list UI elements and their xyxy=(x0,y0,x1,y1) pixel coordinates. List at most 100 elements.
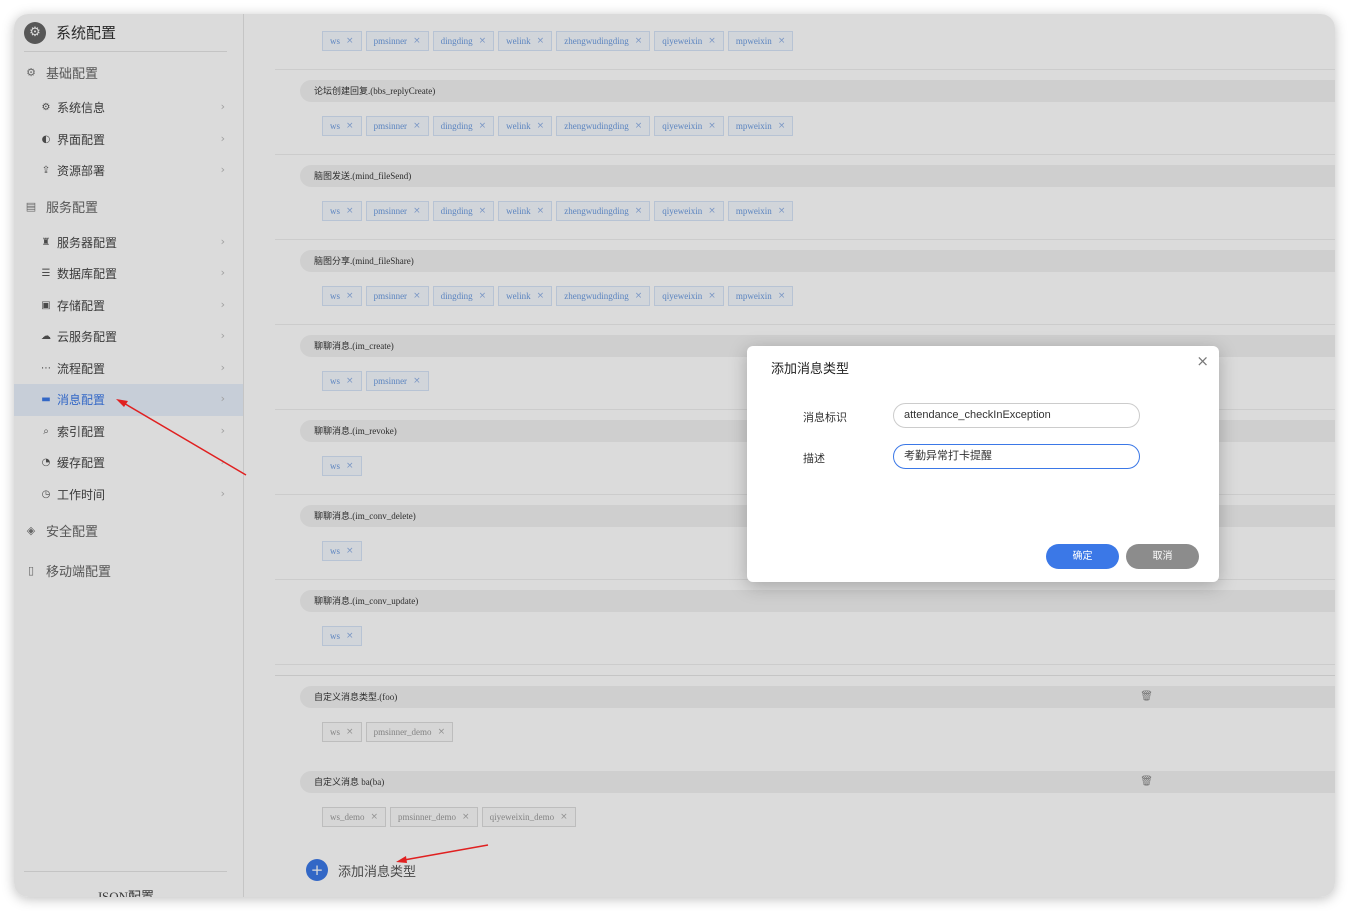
channel-tag: pmsinner × xyxy=(365,31,429,51)
tag-close-icon[interactable]: × xyxy=(635,36,643,46)
channel-tag-label: ws xyxy=(330,291,341,301)
tag-close-icon[interactable]: × xyxy=(560,812,568,822)
sidebar-item-label: 资源部署 xyxy=(57,164,106,179)
tag-close-icon[interactable]: × xyxy=(413,291,421,301)
mobile-icon: ▯ xyxy=(27,563,35,577)
channel-tag: dingding × xyxy=(432,31,495,51)
tag-close-icon[interactable]: × xyxy=(413,376,421,386)
description-input[interactable]: 考勤异常打卡提醒 xyxy=(893,444,1140,469)
tag-close-icon[interactable]: × xyxy=(635,206,643,216)
tag-close-icon[interactable]: × xyxy=(413,36,421,46)
sidebar-item-label: 服务器配置 xyxy=(57,235,118,250)
message-id-input[interactable]: attendance_checkInException xyxy=(893,403,1140,428)
tag-close-icon[interactable]: × xyxy=(479,206,487,216)
channel-tag: pmsinner × xyxy=(365,286,429,306)
sidebar-item[interactable]: ◷ 工作时间 › xyxy=(14,479,243,511)
tag-close-icon[interactable]: × xyxy=(778,291,786,301)
sidebar-group[interactable]: ▤ 服务配置 xyxy=(14,187,243,227)
tag-close-icon[interactable]: × xyxy=(537,36,545,46)
tag-close-icon[interactable]: × xyxy=(346,206,354,216)
add-message-type-label[interactable]: 添加消息类型 xyxy=(338,861,416,880)
tag-close-icon[interactable]: × xyxy=(479,36,487,46)
channel-tag: zhengwudingding × xyxy=(556,286,651,306)
channel-tag-label: zhengwudingding xyxy=(564,206,629,216)
close-icon[interactable]: × xyxy=(1196,352,1209,370)
tag-close-icon[interactable]: × xyxy=(708,206,716,216)
trash-icon[interactable]: 🗑 xyxy=(1140,776,1153,787)
plus-icon[interactable]: + xyxy=(306,859,328,881)
tag-close-icon[interactable]: × xyxy=(346,121,354,131)
sidebar-group-label: 基础配置 xyxy=(46,65,99,81)
sidebar-item[interactable]: ⌕ 索引配置 › xyxy=(14,416,243,448)
message-type-section: ws × pmsinner × dingding × welink × zhengwudingd… xyxy=(275,14,1335,70)
chevron-right-icon: › xyxy=(220,423,225,437)
sidebar-item-label: 云服务配置 xyxy=(57,330,118,345)
tag-close-icon[interactable]: × xyxy=(537,121,545,131)
tag-close-icon[interactable]: × xyxy=(371,812,379,822)
sidebar-item[interactable]: ☁ 云服务配置 › xyxy=(14,321,243,353)
add-message-type-row[interactable]: + 添加消息类型 xyxy=(306,859,416,881)
channel-tag-label: pmsinner xyxy=(373,376,408,386)
tag-close-icon[interactable]: × xyxy=(346,727,354,737)
tag-close-icon[interactable]: × xyxy=(537,206,545,216)
tag-close-icon[interactable]: × xyxy=(413,121,421,131)
channel-tag: ws × xyxy=(322,31,362,51)
sidebar-item[interactable]: ▣ 存储配置 › xyxy=(14,290,243,322)
tag-close-icon[interactable]: × xyxy=(708,121,716,131)
channel-tag: dingding × xyxy=(432,286,495,306)
tag-close-icon[interactable]: × xyxy=(346,36,354,46)
service-icon: ▤ xyxy=(25,200,37,213)
channel-tags: ws × xyxy=(322,541,362,561)
tag-close-icon[interactable]: × xyxy=(537,291,545,301)
sidebar-item[interactable]: ◐ 界面配置 › xyxy=(14,124,243,156)
sidebar-item[interactable]: ♜ 服务器配置 › xyxy=(14,227,243,259)
tag-close-icon[interactable]: × xyxy=(346,291,354,301)
json-config-link[interactable]: JSON配置 xyxy=(24,871,227,897)
tag-close-icon[interactable]: × xyxy=(778,121,786,131)
message-type-title: 脑图分享.(mind_fileShare) xyxy=(300,250,1335,272)
tag-close-icon[interactable]: × xyxy=(708,291,716,301)
channel-tag: welink × xyxy=(498,286,553,306)
message-type-section: 聊聊消息.(im_conv_update) ws × xyxy=(275,580,1335,665)
tag-close-icon[interactable]: × xyxy=(778,36,786,46)
sidebar-item[interactable]: ⚙ 系统信息 › xyxy=(14,92,243,124)
tag-close-icon[interactable]: × xyxy=(479,121,487,131)
sidebar-group[interactable]: ▯ 移动端配置 xyxy=(14,550,243,590)
channel-tag-label: pmsinner xyxy=(373,206,408,216)
shield-icon: ◈ xyxy=(26,523,36,537)
sidebar-item[interactable]: ⇪ 资源部署 › xyxy=(14,155,243,187)
channel-tag-label: ws xyxy=(330,546,341,556)
cancel-button[interactable]: 取消 xyxy=(1126,544,1199,569)
channel-tag: zhengwudingding × xyxy=(556,116,651,136)
tag-close-icon[interactable]: × xyxy=(346,461,354,471)
channel-tag-label: qiyeweixin xyxy=(662,36,703,46)
confirm-button[interactable]: 确定 xyxy=(1046,544,1119,569)
sidebar-item[interactable]: ▬ 消息配置 › xyxy=(14,384,243,416)
cache-icon: ◔ xyxy=(41,457,51,469)
tag-close-icon[interactable]: × xyxy=(438,727,446,737)
sidebar-group[interactable]: ⚙ 基础配置 xyxy=(14,52,243,92)
tag-close-icon[interactable]: × xyxy=(462,812,470,822)
chevron-right-icon: › xyxy=(220,163,225,176)
channel-tags: ws × xyxy=(322,626,362,646)
sidebar-item[interactable]: ⋯ 流程配置 › xyxy=(14,353,243,385)
tag-close-icon[interactable]: × xyxy=(635,291,643,301)
tag-close-icon[interactable]: × xyxy=(635,121,643,131)
channel-tag-label: dingding xyxy=(440,121,473,131)
chevron-right-icon: › xyxy=(220,392,225,405)
sidebar-group[interactable]: ◈ 安全配置 xyxy=(14,510,243,550)
channel-tag: ws × xyxy=(322,722,362,742)
tag-close-icon[interactable]: × xyxy=(346,376,354,386)
tag-close-icon[interactable]: × xyxy=(778,206,786,216)
tag-close-icon[interactable]: × xyxy=(708,36,716,46)
sidebar-item[interactable]: ◔ 缓存配置 › xyxy=(14,447,243,479)
sidebar-item-label: 界面配置 xyxy=(57,132,106,147)
trash-icon[interactable]: 🗑 xyxy=(1140,691,1153,702)
tag-close-icon[interactable]: × xyxy=(479,291,487,301)
tag-close-icon[interactable]: × xyxy=(346,546,354,556)
channel-tag-label: ws xyxy=(330,376,341,386)
sidebar-item[interactable]: ☰ 数据库配置 › xyxy=(14,258,243,290)
tag-close-icon[interactable]: × xyxy=(346,631,354,641)
tag-close-icon[interactable]: × xyxy=(413,206,421,216)
add-message-type-dialog: 添加消息类型 × 消息标识 attendance_checkInExceptio… xyxy=(747,346,1219,582)
